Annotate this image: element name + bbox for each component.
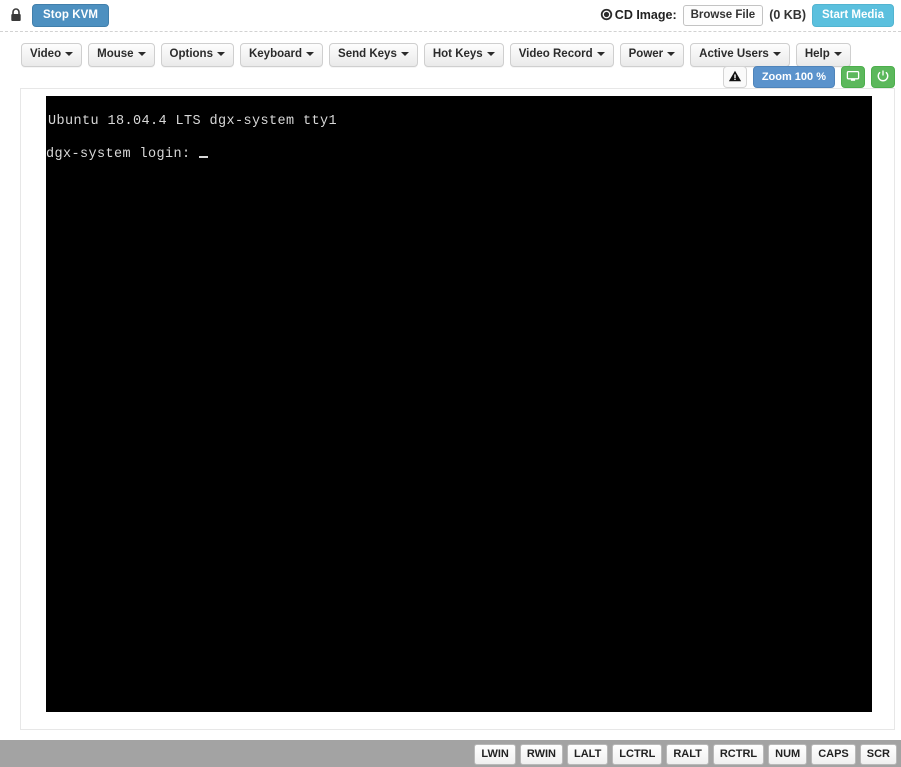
key-scr[interactable]: SCR <box>859 744 897 766</box>
warning-button[interactable] <box>722 66 747 88</box>
menu-item-active-users[interactable]: Active Users <box>690 43 790 67</box>
key-lalt[interactable]: LALT <box>567 744 609 766</box>
chevron-down-icon <box>400 52 409 57</box>
key-rwin[interactable]: RWIN <box>519 744 563 766</box>
key-rctrl[interactable]: RCTRL <box>712 744 765 766</box>
menu-item-keyboard[interactable]: Keyboard <box>239 43 324 67</box>
chevron-down-icon <box>833 52 842 57</box>
chevron-down-icon <box>667 52 676 57</box>
chevron-down-icon <box>772 52 781 57</box>
menu-item-video-record[interactable]: Video Record <box>509 43 614 67</box>
console-line-os-banner: Ubuntu 18.04.4 LTS dgx-system tty1 <box>48 114 338 129</box>
menu-item-hot-keys[interactable]: Hot Keys <box>423 43 504 67</box>
monitor-icon <box>846 69 860 86</box>
menu-label-hot-keys: Hot Keys <box>432 48 483 61</box>
key-num[interactable]: NUM <box>768 744 808 766</box>
chevron-down-icon <box>486 52 495 57</box>
media-size-label: (0 KB) <box>769 8 806 23</box>
console-login-prompt-text: dgx-system login: <box>46 147 200 162</box>
cd-image-label-group: CD Image: <box>600 8 677 22</box>
menu-item-mouse[interactable]: Mouse <box>88 43 155 67</box>
cd-disc-icon <box>600 8 613 21</box>
menu-bar: Video Mouse Options Keyboard Send Keys H… <box>0 42 901 68</box>
top-bar-right-group: CD Image: Browse File (0 KB) Start Media <box>600 3 897 28</box>
menu-label-keyboard: Keyboard <box>248 48 303 61</box>
top-bar-divider <box>0 31 901 33</box>
menu-label-send-keys: Send Keys <box>338 48 397 61</box>
stop-kvm-button[interactable]: Stop KVM <box>32 3 110 28</box>
menu-label-active-users: Active Users <box>699 48 769 61</box>
menu-label-options: Options <box>169 48 213 61</box>
menu-label-video: Video <box>30 48 62 61</box>
chevron-down-icon <box>65 52 74 57</box>
menu-item-power[interactable]: Power <box>619 43 685 67</box>
kvm-console-screen[interactable]: Ubuntu 18.04.4 LTS dgx-system tty1 dgx-s… <box>46 96 872 712</box>
chevron-down-icon <box>216 52 225 57</box>
power-button[interactable] <box>871 66 895 88</box>
key-lctrl[interactable]: LCTRL <box>612 744 663 766</box>
key-lwin[interactable]: LWIN <box>474 744 516 766</box>
menu-label-help: Help <box>804 48 830 61</box>
menu-item-send-keys[interactable]: Send Keys <box>329 43 418 67</box>
start-media-button[interactable]: Start Media <box>812 3 894 28</box>
menu-label-video-record: Video Record <box>518 48 593 61</box>
menu-item-help[interactable]: Help <box>795 43 851 67</box>
virtual-key-bar: LWIN RWIN LALT LCTRL RALT RCTRL NUM CAPS… <box>474 744 897 766</box>
warning-triangle-icon <box>728 69 742 86</box>
chevron-down-icon <box>596 52 605 57</box>
display-button[interactable] <box>841 66 865 88</box>
key-caps[interactable]: CAPS <box>811 744 856 766</box>
power-icon <box>876 69 890 86</box>
console-cursor <box>199 156 209 158</box>
chevron-down-icon <box>137 52 146 57</box>
console-line-login-prompt: dgx-system login: <box>46 147 209 162</box>
menu-item-video[interactable]: Video <box>21 43 83 67</box>
zoom-level-button[interactable]: Zoom 100 % <box>752 66 835 88</box>
menu-label-mouse: Mouse <box>97 48 134 61</box>
top-bar-left-group: Stop KVM <box>4 3 110 28</box>
key-ralt[interactable]: RALT <box>666 744 709 766</box>
browse-file-button[interactable]: Browse File <box>682 4 764 26</box>
console-controls: Zoom 100 % <box>722 66 895 88</box>
lock-icon <box>8 7 24 23</box>
chevron-down-icon <box>306 52 315 57</box>
menu-item-options[interactable]: Options <box>160 43 234 67</box>
cd-image-label: CD Image: <box>614 8 677 23</box>
menu-label-power: Power <box>628 48 664 61</box>
top-bar: Stop KVM CD Image: Browse File (0 KB) St… <box>0 0 901 31</box>
